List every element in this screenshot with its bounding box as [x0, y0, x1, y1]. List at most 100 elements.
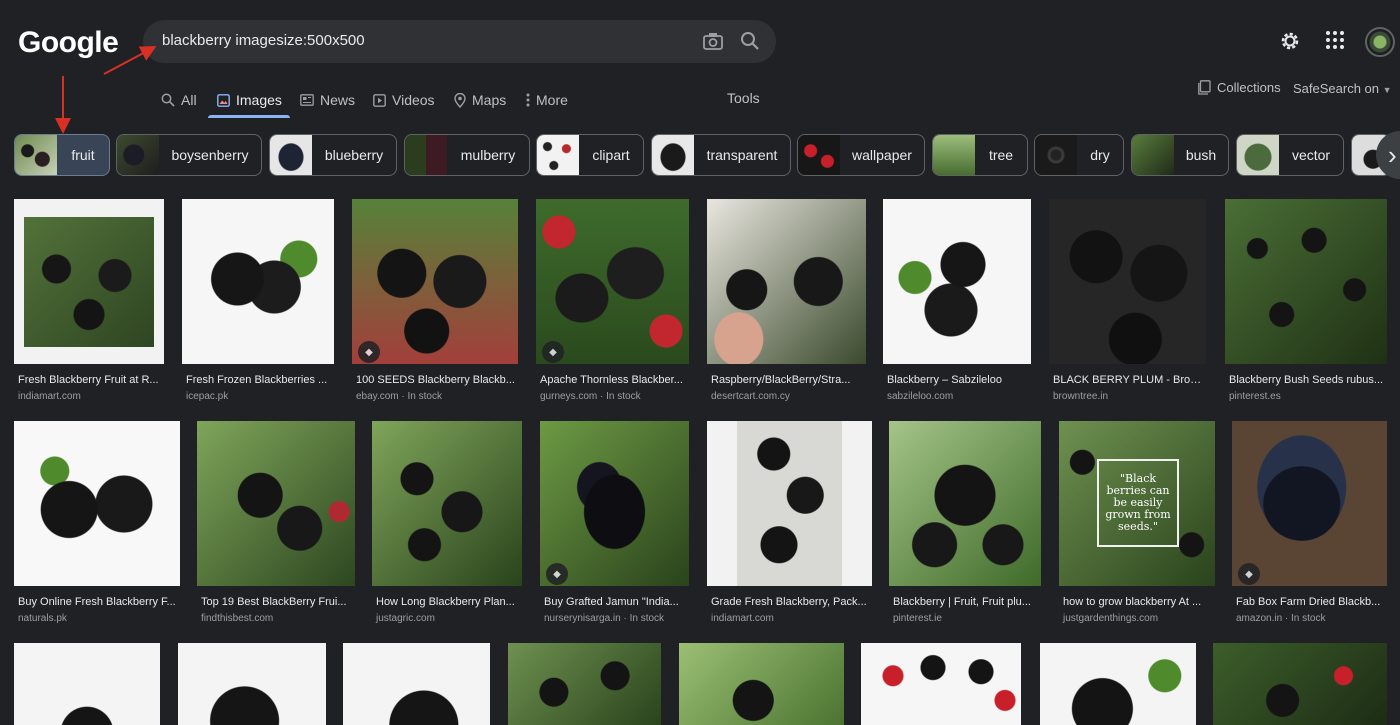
chip-dry[interactable]: dry — [1034, 134, 1124, 176]
gear-icon[interactable] — [1279, 30, 1301, 57]
result-thumbnail[interactable] — [1049, 199, 1206, 364]
result-title[interactable]: how to grow blackberry At ... — [1063, 596, 1213, 608]
result-thumbnail[interactable] — [536, 199, 689, 364]
result-title[interactable]: Top 19 Best BlackBerry Frui... — [201, 596, 355, 608]
image-result[interactable]: Fresh Blackberry Fruit at R... indiamart… — [14, 199, 164, 404]
result-source[interactable]: amazon.in · In stock — [1236, 613, 1325, 624]
result-source[interactable]: justgardenthings.com — [1063, 613, 1158, 624]
result-source[interactable]: indiamart.com — [711, 613, 774, 624]
image-result[interactable] — [679, 643, 844, 725]
result-thumbnail[interactable] — [679, 643, 844, 725]
result-title[interactable]: Fresh Blackberry Fruit at R... — [18, 374, 164, 386]
image-result[interactable]: Raspberry/BlackBerry/Stra... desertcart.… — [707, 199, 866, 404]
search-input[interactable]: blackberry imagesize:500x500 — [162, 32, 365, 49]
image-result[interactable]: BLACK BERRY PLUM - Brow... browntree.in — [1049, 199, 1206, 404]
result-thumbnail[interactable]: "Black berries can be easily grown from … — [1059, 421, 1215, 586]
chip-bush[interactable]: bush — [1131, 134, 1229, 176]
tab-videos[interactable]: Videos — [373, 90, 435, 110]
tab-news[interactable]: News — [300, 90, 355, 110]
result-thumbnail[interactable] — [1232, 421, 1387, 586]
result-source[interactable]: gurneys.com · In stock — [540, 391, 641, 402]
result-source[interactable]: browntree.in — [1053, 391, 1108, 402]
result-thumbnail[interactable] — [508, 643, 661, 725]
image-result[interactable]: Blackberry Bush Seeds rubus... pinterest… — [1225, 199, 1387, 404]
result-source[interactable]: indiamart.com — [18, 391, 81, 402]
result-thumbnail[interactable] — [178, 643, 326, 725]
image-result[interactable]: "Black berries can be easily grown from … — [1059, 421, 1215, 626]
result-title[interactable]: Blackberry Bush Seeds rubus... — [1229, 374, 1387, 386]
result-thumbnail[interactable] — [182, 199, 334, 364]
result-title[interactable]: 100 SEEDS Blackberry Blackb... — [356, 374, 516, 386]
result-thumbnail[interactable] — [343, 643, 490, 725]
result-title[interactable]: Blackberry – Sabzileloo — [887, 374, 1031, 386]
result-thumbnail[interactable] — [889, 421, 1041, 586]
result-source[interactable]: pinterest.ie — [893, 613, 942, 624]
chip-wallpaper[interactable]: wallpaper — [797, 134, 925, 176]
google-logo[interactable]: Google — [18, 26, 119, 60]
result-title[interactable]: Buy Grafted Jamun "India... — [544, 596, 690, 608]
chip-tree[interactable]: tree — [932, 134, 1028, 176]
result-title[interactable]: Blackberry | Fruit, Fruit plu... — [893, 596, 1041, 608]
result-thumbnail[interactable] — [372, 421, 522, 586]
chip-boysenberry[interactable]: boysenberry — [116, 134, 262, 176]
image-result[interactable]: How Long Blackberry Plan... justagric.co… — [372, 421, 522, 626]
image-result[interactable]: Buy Online Fresh Blackberry F... natural… — [14, 421, 180, 626]
tab-more[interactable]: More — [526, 90, 568, 110]
result-title[interactable]: Fresh Frozen Blackberries ... — [186, 374, 332, 386]
image-result[interactable]: Fresh Frozen Blackberries ... icepac.pk — [182, 199, 334, 404]
result-source[interactable]: ebay.com · In stock — [356, 391, 442, 402]
result-source[interactable]: justagric.com — [376, 613, 435, 624]
chip-blueberry[interactable]: blueberry — [269, 134, 397, 176]
result-thumbnail[interactable] — [14, 199, 164, 364]
result-source[interactable]: findthisbest.com — [201, 613, 273, 624]
tab-images[interactable]: Images — [217, 90, 282, 110]
image-result[interactable] — [861, 643, 1021, 725]
result-source[interactable]: nurserynisarga.in · In stock — [544, 613, 664, 624]
image-result[interactable] — [14, 643, 160, 725]
image-result[interactable]: ◆ Buy Grafted Jamun "India... nurserynis… — [540, 421, 689, 626]
result-thumbnail[interactable] — [861, 643, 1021, 725]
result-title[interactable]: Fab Box Farm Dried Blackb... — [1236, 596, 1386, 608]
tools-button[interactable]: Tools — [727, 90, 760, 106]
result-title[interactable]: Raspberry/BlackBerry/Stra... — [711, 374, 865, 386]
image-result[interactable]: ◆ 100 SEEDS Blackberry Blackb... ebay.co… — [352, 199, 518, 404]
chip-fruit[interactable]: fruit — [14, 134, 110, 176]
safesearch-dropdown[interactable]: SafeSearch on ▼ — [1293, 81, 1392, 96]
collections-button[interactable]: Collections — [1198, 80, 1281, 95]
result-source[interactable]: desertcart.com.cy — [711, 391, 790, 402]
result-title[interactable]: Grade Fresh Blackberry, Pack... — [711, 596, 871, 608]
image-result[interactable] — [1040, 643, 1196, 725]
chip-mulberry[interactable]: mulberry — [404, 134, 530, 176]
tab-all[interactable]: All — [161, 90, 197, 110]
result-source[interactable]: pinterest.es — [1229, 391, 1281, 402]
result-thumbnail[interactable] — [540, 421, 689, 586]
result-title[interactable]: BLACK BERRY PLUM - Brow... — [1053, 374, 1203, 386]
image-result[interactable]: Grade Fresh Blackberry, Pack... indiamar… — [707, 421, 872, 626]
image-result[interactable]: Top 19 Best BlackBerry Frui... findthisb… — [197, 421, 355, 626]
result-title[interactable]: How Long Blackberry Plan... — [376, 596, 522, 608]
result-source[interactable]: icepac.pk — [186, 391, 228, 402]
result-source[interactable]: naturals.pk — [18, 613, 67, 624]
result-title[interactable]: Buy Online Fresh Blackberry F... — [18, 596, 178, 608]
tab-maps[interactable]: Maps — [454, 90, 506, 110]
result-thumbnail[interactable] — [707, 421, 872, 586]
result-thumbnail[interactable] — [14, 421, 180, 586]
account-avatar[interactable] — [1365, 27, 1395, 57]
result-thumbnail[interactable] — [352, 199, 518, 364]
result-thumbnail[interactable] — [1040, 643, 1196, 725]
image-result[interactable]: Blackberry – Sabzileloo sabzileloo.com — [883, 199, 1031, 404]
image-result[interactable] — [508, 643, 661, 725]
search-box[interactable]: blackberry imagesize:500x500 — [143, 20, 776, 63]
result-thumbnail[interactable] — [707, 199, 866, 364]
image-result[interactable]: Blackberry | Fruit, Fruit plu... pintere… — [889, 421, 1041, 626]
result-thumbnail[interactable] — [1225, 199, 1387, 364]
image-result[interactable]: ◆ Fab Box Farm Dried Blackb... amazon.in… — [1232, 421, 1387, 626]
result-thumbnail[interactable] — [197, 421, 355, 586]
result-source[interactable]: sabzileloo.com — [887, 391, 953, 402]
image-result[interactable] — [1213, 643, 1387, 725]
result-thumbnail[interactable] — [1213, 643, 1387, 725]
search-icon[interactable] — [740, 31, 760, 56]
result-thumbnail[interactable] — [14, 643, 160, 725]
image-result[interactable]: ◆ Apache Thornless Blackber... gurneys.c… — [536, 199, 689, 404]
apps-grid-icon[interactable] — [1325, 30, 1345, 55]
